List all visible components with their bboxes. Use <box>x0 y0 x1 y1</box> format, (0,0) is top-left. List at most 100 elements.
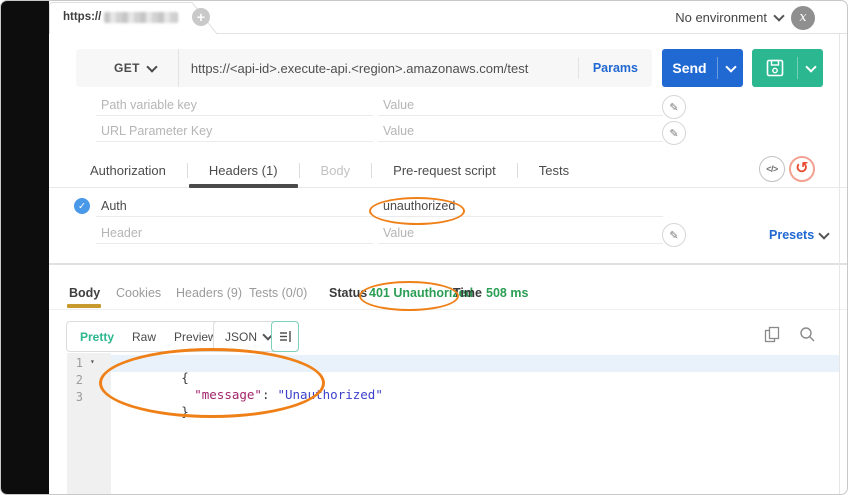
response-body-editor[interactable]: 1 ▾ 2 3 { "message":"Unauthorized" } <box>49 353 847 494</box>
url-parameter-key-input[interactable]: URL Parameter Key <box>96 120 373 142</box>
time-value: 508 ms <box>486 286 528 300</box>
view-pretty-button[interactable]: Pretty <box>71 330 123 344</box>
line-number: 2 <box>67 373 83 387</box>
url-parameter-value-input[interactable]: Value <box>378 120 663 142</box>
floppy-disk-icon <box>766 59 784 77</box>
copy-response-button[interactable] <box>764 326 781 348</box>
avatar-glyph: x <box>799 10 806 25</box>
header-key-text: Auth <box>101 199 127 213</box>
placeholder-text: Header <box>101 226 142 240</box>
check-icon: ✓ <box>78 201 86 212</box>
method-label: GET <box>114 61 140 75</box>
line-number: 1 <box>67 356 83 370</box>
tab-tests[interactable]: Tests <box>518 153 590 187</box>
save-button[interactable] <box>752 49 823 87</box>
header-value-cell[interactable]: unauthorized <box>378 195 663 217</box>
presets-label: Presets <box>769 228 814 242</box>
active-tab-underline <box>67 304 101 308</box>
send-options-button[interactable] <box>718 66 743 71</box>
response-toolbar: Pretty Raw Preview JSON <box>49 321 847 352</box>
header-row-checkbox[interactable]: ✓ <box>74 198 90 214</box>
send-button[interactable]: Send <box>662 49 743 87</box>
right-border <box>839 34 840 494</box>
tab-authorization[interactable]: Authorization <box>69 153 187 187</box>
chevron-down-icon[interactable] <box>773 10 784 21</box>
edit-pencil-button[interactable]: ✎ <box>662 121 686 145</box>
url-bar: GET https://<api-id>.execute-api.<region… <box>76 49 652 87</box>
main-panel: https:// + No environment x GET <box>49 1 847 494</box>
request-tabs: Authorization Headers (1) Body Pre-reque… <box>49 153 847 188</box>
code-token: : <box>262 387 270 402</box>
plus-icon: + <box>197 10 205 24</box>
save-icon-segment[interactable] <box>752 59 797 77</box>
url-text: https://<api-id>.execute-api.<region>.am… <box>191 61 528 76</box>
new-header-value-input[interactable]: Value <box>378 222 663 244</box>
path-variable-key-input[interactable]: Path variable key <box>96 94 373 116</box>
environment-selector[interactable]: No environment <box>675 10 767 25</box>
environment-quick-look-icon[interactable]: x <box>791 6 815 30</box>
fold-caret-icon[interactable]: ▾ <box>90 357 95 366</box>
tab-bar-divider <box>217 33 847 34</box>
chevron-down-icon <box>725 61 736 72</box>
response-tabs: Body Cookies Headers (9) Tests (0/0) Sta… <box>49 277 847 310</box>
status-label: Status <box>329 286 367 300</box>
generate-code-button[interactable]: </> <box>759 156 785 182</box>
format-label: JSON <box>225 330 257 344</box>
chevron-down-icon <box>146 61 157 72</box>
request-tab[interactable]: https:// <box>63 11 178 23</box>
new-header-key-input[interactable]: Header <box>96 222 373 244</box>
json-key-token: "message" <box>194 387 262 402</box>
response-tab-cookies[interactable]: Cookies <box>116 286 161 300</box>
edit-pencil-button[interactable]: ✎ <box>662 95 686 119</box>
new-tab-button[interactable]: + <box>192 8 210 26</box>
active-line-highlight <box>111 355 839 372</box>
pencil-icon: ✎ <box>669 101 678 114</box>
pencil-icon: ✎ <box>669 127 678 140</box>
path-variable-value-input[interactable]: Value <box>378 94 663 116</box>
params-button[interactable]: Params <box>579 61 652 75</box>
response-tab-tests[interactable]: Tests (0/0) <box>249 286 307 300</box>
tab-url-text: https:// <box>63 11 101 23</box>
copy-icon <box>764 326 781 343</box>
placeholder-text: Path variable key <box>101 98 197 112</box>
time-label: Time <box>453 286 482 300</box>
view-raw-button[interactable]: Raw <box>123 330 165 344</box>
method-selector[interactable]: GET <box>76 61 178 75</box>
tab-bar: https:// + No environment x <box>49 1 847 34</box>
redacted-url-block <box>104 12 178 23</box>
restore-button[interactable]: ↺ <box>789 156 815 182</box>
line-number: 3 <box>67 390 83 404</box>
chevron-down-icon <box>805 61 816 72</box>
wrap-lines-icon <box>279 330 292 343</box>
placeholder-text: Value <box>383 98 414 112</box>
wrap-text-button[interactable] <box>271 321 299 352</box>
restore-arrow-icon: ↺ <box>795 161 808 177</box>
search-icon <box>799 326 816 343</box>
code-line: } <box>121 389 197 434</box>
environment-area: No environment x <box>675 1 815 34</box>
send-label: Send <box>662 60 717 76</box>
response-tab-body[interactable]: Body <box>69 286 100 300</box>
header-value-text: unauthorized <box>383 199 455 213</box>
pencil-icon: ✎ <box>669 229 678 242</box>
tab-headers[interactable]: Headers (1) <box>188 153 299 187</box>
search-response-button[interactable] <box>799 326 816 348</box>
json-string-token: "Unauthorized" <box>277 387 382 402</box>
response-tab-headers[interactable]: Headers (9) <box>176 286 242 300</box>
code-icon: </> <box>766 164 778 174</box>
placeholder-text: Value <box>383 124 414 138</box>
chevron-down-icon <box>819 228 830 239</box>
edit-pencil-button[interactable]: ✎ <box>662 223 686 247</box>
postman-window: https:// + No environment x GET <box>0 0 848 495</box>
code-token: } <box>181 404 189 419</box>
url-input[interactable]: https://<api-id>.execute-api.<region>.am… <box>179 61 578 76</box>
presets-dropdown[interactable]: Presets <box>769 228 828 242</box>
save-options-button[interactable] <box>798 66 823 71</box>
tab-body[interactable]: Body <box>300 153 372 187</box>
section-divider <box>49 263 847 265</box>
view-mode-group: Pretty Raw Preview <box>66 321 231 352</box>
header-key-cell[interactable]: Auth <box>96 195 373 217</box>
left-sidebar <box>1 1 49 494</box>
tab-pre-request-script[interactable]: Pre-request script <box>372 153 517 187</box>
placeholder-text: URL Parameter Key <box>101 124 212 138</box>
